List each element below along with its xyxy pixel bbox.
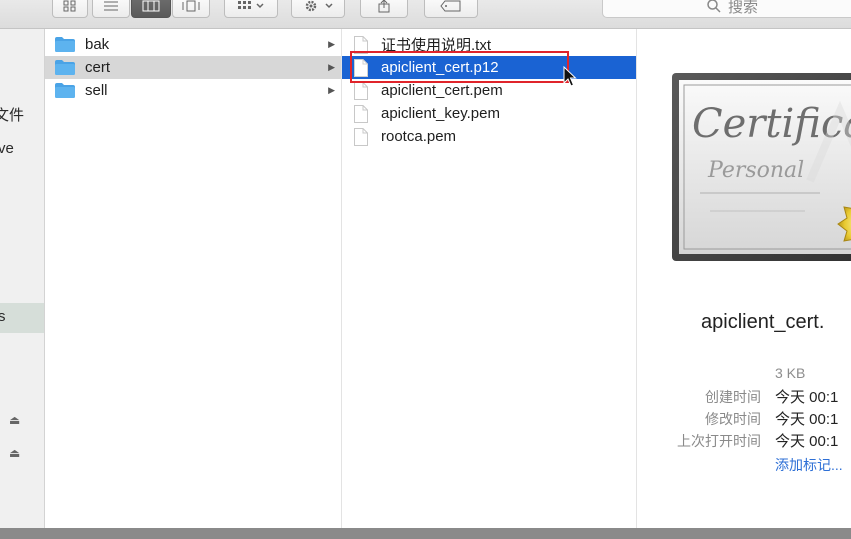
sidebar-item-files[interactable]: 文件 xyxy=(0,104,24,125)
last-opened-label: 上次打开时间 xyxy=(677,433,761,449)
cover-flow-icon xyxy=(182,0,200,12)
file-label: apiclient_cert.pem xyxy=(381,82,503,99)
folder-label: cert xyxy=(85,59,111,76)
folder-row-cert[interactable]: cert ▶ xyxy=(45,56,341,79)
created-value: 今天 00:1 xyxy=(775,389,839,406)
file-column: 证书使用说明.txt apiclient_cert.p12 apiclient_… xyxy=(342,29,637,528)
sidebar-item-label: s xyxy=(0,308,6,325)
arrange-button[interactable] xyxy=(224,0,278,18)
preview-filename: apiclient_cert. xyxy=(701,311,825,333)
tag-icon xyxy=(440,0,461,12)
share-icon xyxy=(378,0,390,13)
file-row[interactable]: apiclient_cert.pem xyxy=(342,79,636,102)
file-row[interactable]: 证书使用说明.txt xyxy=(342,33,636,56)
file-row[interactable]: apiclient_key.pem xyxy=(342,102,636,125)
folder-icon xyxy=(55,60,75,75)
icon-view-icon xyxy=(63,0,76,12)
created-label: 创建时间 xyxy=(705,389,761,405)
file-row-selected[interactable]: apiclient_cert.p12 xyxy=(342,56,636,79)
text-file-icon xyxy=(354,35,368,54)
document-icon xyxy=(354,58,368,77)
action-button[interactable] xyxy=(291,0,345,18)
disclosure-arrow-icon: ▶ xyxy=(328,62,335,72)
add-tags-link[interactable]: 添加标记... xyxy=(775,455,843,475)
list-view-icon xyxy=(104,1,118,11)
preview-pane: Certifica Personal apiclient_cert. 3 KB … xyxy=(637,29,851,528)
share-button[interactable] xyxy=(360,0,408,18)
document-icon xyxy=(354,81,368,100)
status-bar xyxy=(0,528,851,539)
folder-label: sell xyxy=(85,82,108,99)
last-opened-value: 今天 00:1 xyxy=(775,433,839,450)
eject-icon[interactable]: ⏏ xyxy=(9,413,20,427)
certificate-icon: Certifica Personal xyxy=(672,73,851,261)
folder-column: bak ▶ cert ▶ sell ▶ xyxy=(45,29,342,528)
sidebar-item-selected[interactable]: s xyxy=(0,303,44,333)
tags-button[interactable] xyxy=(424,0,478,18)
folder-row-sell[interactable]: sell ▶ xyxy=(45,79,341,102)
folder-row-bak[interactable]: bak ▶ xyxy=(45,33,341,56)
certificate-subtitle: Personal xyxy=(707,158,804,183)
mouse-pointer-icon xyxy=(563,66,577,87)
file-label: rootca.pem xyxy=(381,128,457,145)
eject-icon[interactable]: ⏏ xyxy=(9,446,20,460)
document-icon xyxy=(354,127,368,146)
search-placeholder: 搜索 xyxy=(727,0,758,16)
gear-icon xyxy=(305,0,333,12)
finder-toolbar: 搜索 xyxy=(0,0,851,29)
folder-label: bak xyxy=(85,36,110,53)
sidebar: 文件 ve s ⏏ ⏏ xyxy=(0,29,45,528)
list-view-button[interactable] xyxy=(92,0,130,18)
file-label: apiclient_key.pem xyxy=(381,105,500,122)
sidebar-item-drive[interactable]: ve xyxy=(0,140,14,157)
modified-label: 修改时间 xyxy=(705,411,761,427)
column-view-button[interactable] xyxy=(131,0,171,18)
preview-size: 3 KB xyxy=(775,365,806,381)
search-icon xyxy=(707,0,721,13)
folder-icon xyxy=(55,83,75,98)
arrange-grid-icon xyxy=(238,1,264,9)
search-field[interactable]: 搜索 xyxy=(602,0,851,18)
disclosure-arrow-icon: ▶ xyxy=(328,39,335,49)
disclosure-arrow-icon: ▶ xyxy=(328,85,335,95)
file-label: apiclient_cert.p12 xyxy=(381,59,499,76)
modified-value: 今天 00:1 xyxy=(775,411,839,428)
column-view-icon xyxy=(142,0,160,12)
file-row[interactable]: rootca.pem xyxy=(342,125,636,148)
file-label: 证书使用说明.txt xyxy=(381,37,492,54)
document-icon xyxy=(354,104,368,123)
icon-view-button[interactable] xyxy=(52,0,88,18)
cover-flow-button[interactable] xyxy=(172,0,210,18)
folder-icon xyxy=(55,37,75,52)
